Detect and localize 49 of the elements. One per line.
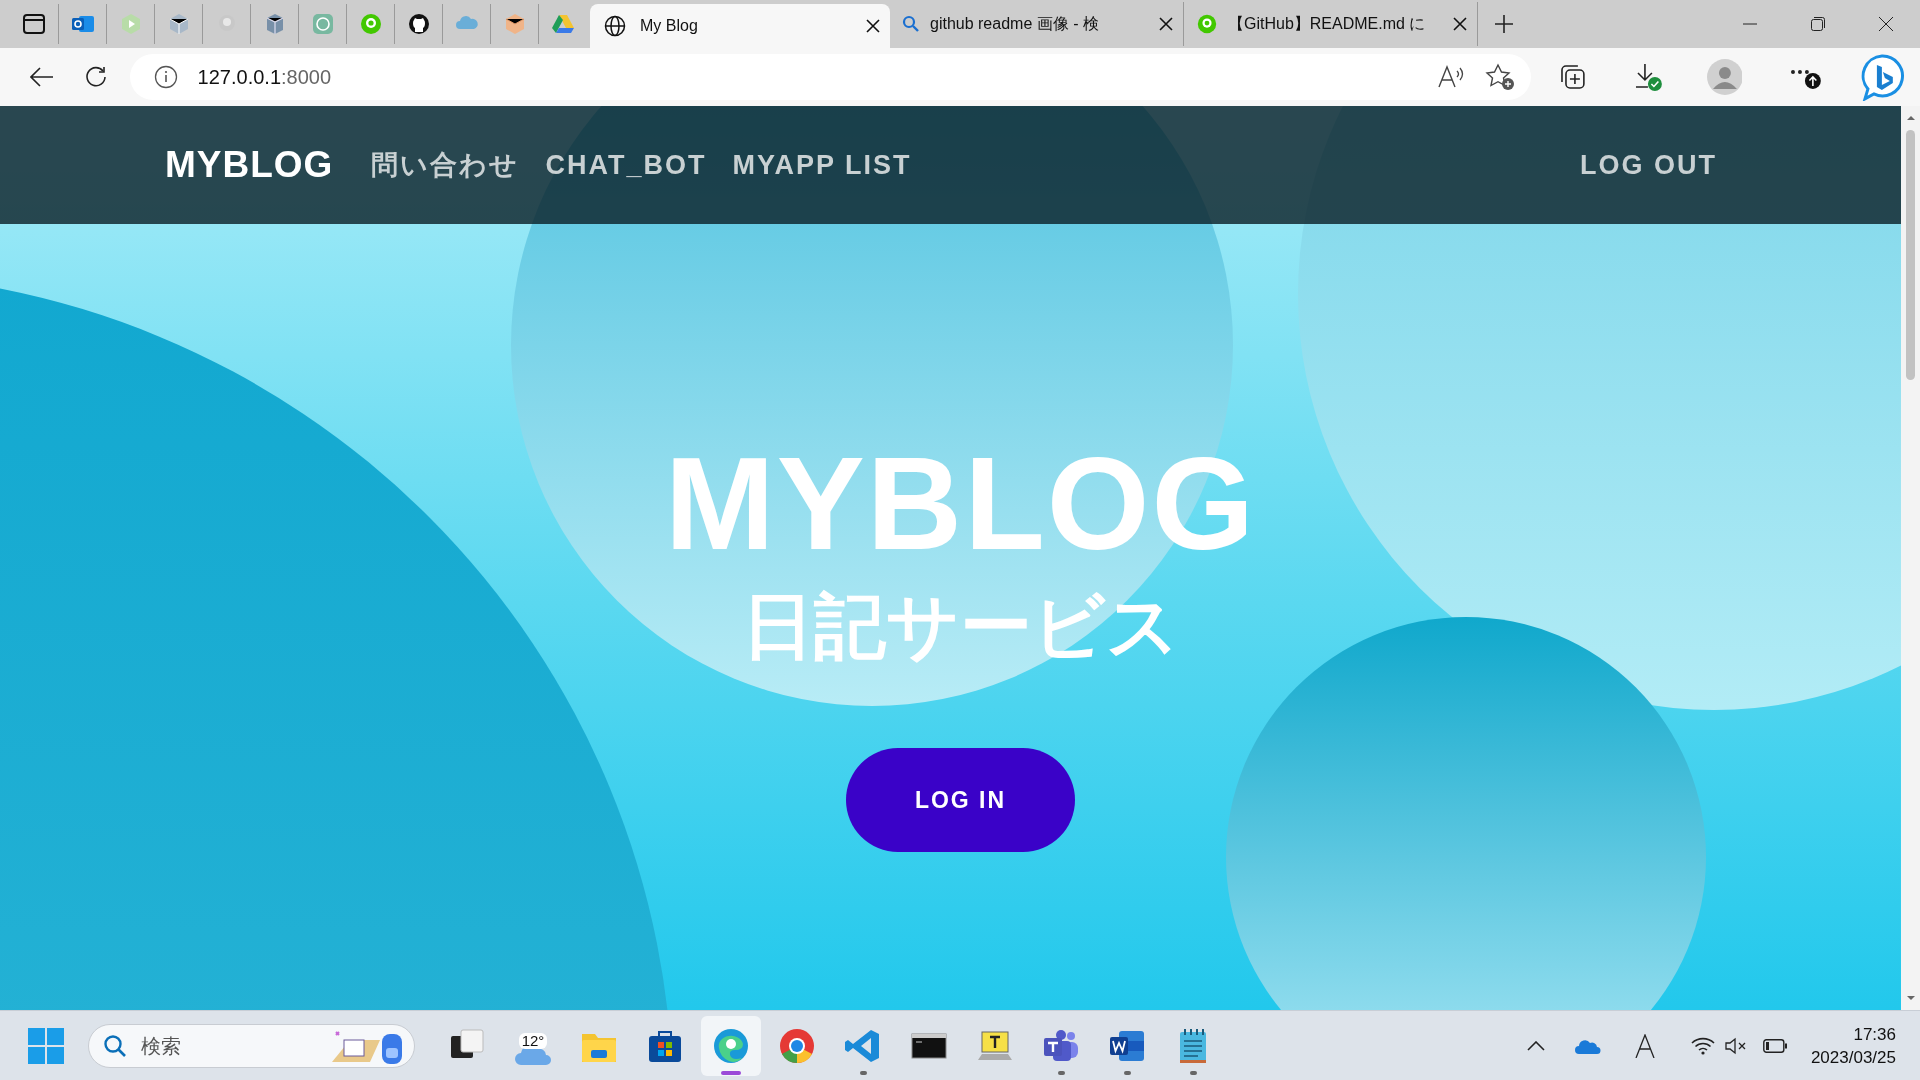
- collections-icon[interactable]: [1558, 63, 1587, 91]
- plus-icon: [1494, 14, 1514, 34]
- search-placeholder: 検索: [141, 1033, 181, 1059]
- ime-icon[interactable]: [1634, 1033, 1655, 1058]
- nav-link[interactable]: MYAPP LIST: [732, 144, 912, 186]
- login-button[interactable]: LOG IN: [846, 748, 1075, 852]
- browser-tab[interactable]: github readme 画像 - 検: [890, 2, 1184, 46]
- globe-icon: [604, 15, 626, 37]
- taskbar-search-field[interactable]: 検索: [88, 1023, 415, 1068]
- clock-date: 2023/03/25: [1810, 1046, 1896, 1069]
- close-tab-icon[interactable]: [1453, 17, 1467, 31]
- cloud-icon[interactable]: [1574, 1037, 1601, 1054]
- restore-icon: [1811, 17, 1825, 31]
- minimize-icon: [1743, 23, 1757, 25]
- clock[interactable]: 17:36 2023/03/25: [1810, 1022, 1896, 1069]
- reload-icon: [84, 66, 107, 88]
- back-arrow-icon: [29, 67, 54, 87]
- address-bar[interactable]: 127.0.0.1:8000: [129, 54, 1531, 100]
- add-favorite-icon[interactable]: [1484, 63, 1515, 91]
- taskbar-app-button[interactable]: 12°: [503, 1015, 563, 1076]
- hero-title: MYBLOG: [664, 434, 1257, 574]
- close-icon: [1879, 17, 1893, 31]
- profile-avatar-icon[interactable]: [1706, 59, 1743, 95]
- scrollbar-thumb[interactable]: [1906, 130, 1915, 380]
- url-text: 127.0.0.1:8000: [197, 65, 332, 90]
- clock-time: 17:36: [1853, 1023, 1896, 1046]
- close-tab-icon[interactable]: [866, 19, 880, 33]
- close-tab-icon[interactable]: [1159, 17, 1173, 31]
- search-icon: [902, 15, 920, 33]
- triangle-icon[interactable]: [550, 12, 575, 36]
- nav-link[interactable]: CHAT_BOT: [545, 144, 707, 186]
- logout-link[interactable]: LOG OUT: [1580, 144, 1717, 186]
- scrollbar[interactable]: [1901, 106, 1920, 1010]
- browser-tab[interactable]: My Blog: [590, 4, 890, 48]
- ring-icon: [1196, 13, 1218, 35]
- search-icon: [103, 1033, 127, 1058]
- info-icon[interactable]: [153, 65, 178, 89]
- sidebar-icon[interactable]: [22, 12, 46, 36]
- brand-link[interactable]: MYBLOG: [165, 137, 334, 193]
- wifi-icon[interactable]: [1690, 1036, 1715, 1055]
- chevron-up-icon[interactable]: [1526, 1040, 1545, 1051]
- hero-subtitle: 日記サービス: [741, 586, 1180, 666]
- temperature-text: 12°: [518, 1032, 548, 1049]
- start-icon[interactable]: [28, 1027, 64, 1064]
- browser-tab[interactable]: 【GitHub】README.md に: [1184, 2, 1478, 46]
- cat-icon[interactable]: [406, 12, 431, 36]
- nav-link[interactable]: 問い合わせ: [371, 144, 520, 186]
- read-aloud-icon[interactable]: [1436, 65, 1465, 89]
- battery-icon[interactable]: [1762, 1038, 1787, 1053]
